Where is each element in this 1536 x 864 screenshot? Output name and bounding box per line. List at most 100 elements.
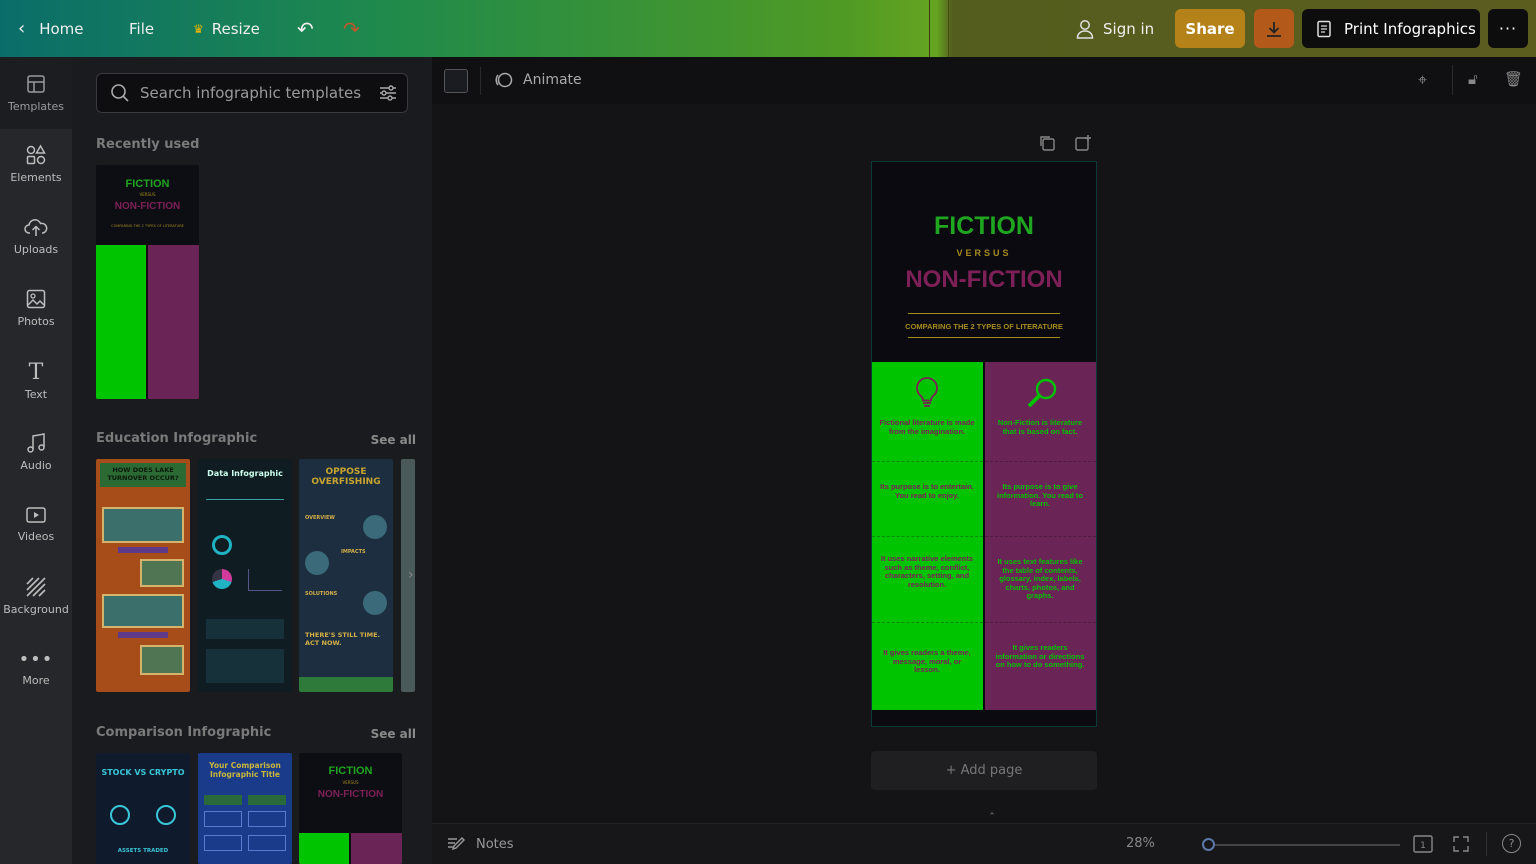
fiction-cell-1[interactable]: Fictional literature is made from the im… <box>879 418 975 436</box>
thumb-text: NON-FICTION <box>317 789 384 800</box>
upload-cloud-icon <box>24 219 48 236</box>
music-note-icon <box>27 433 45 453</box>
rail-item-background[interactable]: Background <box>0 560 72 632</box>
page-versus[interactable]: VERSUS <box>872 248 1096 258</box>
template-thumb-fiction-2[interactable]: FICTION VERSUS NON-FICTION <box>299 753 402 864</box>
page-count-icon[interactable]: 1 <box>1412 834 1434 854</box>
rail-label: Videos <box>17 530 55 543</box>
resize-button[interactable]: ♛ Resize <box>193 0 260 57</box>
page-title-fiction[interactable]: FICTION <box>872 212 1096 241</box>
zoom-level[interactable]: 28% <box>1126 836 1155 851</box>
thumb-text: OVERVIEW <box>305 515 335 521</box>
search-box[interactable]: Search infographic templates <box>96 73 408 113</box>
divider <box>1486 832 1487 856</box>
design-page[interactable]: FICTION VERSUS NON-FICTION COMPARING THE… <box>871 161 1097 727</box>
see-all-comparison-link[interactable]: See all <box>371 727 416 741</box>
template-thumb-stock-vs-crypto[interactable]: STOCK VS CRYPTO ASSETS TRADED <box>96 753 190 864</box>
share-button[interactable]: Share <box>1175 9 1245 48</box>
page-subtitle[interactable]: COMPARING THE 2 TYPES OF LITERATURE <box>872 322 1096 331</box>
redo-icon[interactable]: ↷ <box>343 0 360 57</box>
filter-sliders-icon[interactable] <box>378 83 398 103</box>
svg-text:1: 1 <box>1420 841 1426 851</box>
top-bar: ‹ Home File ♛ Resize ↶ ↷ Sign in Share P… <box>0 0 1536 57</box>
zoom-slider-track[interactable] <box>1204 844 1400 846</box>
rail-item-audio[interactable]: Audio <box>0 416 72 488</box>
lock-icon[interactable]: 🔓︎ <box>1468 70 1478 88</box>
animate-icon <box>495 72 513 88</box>
undo-icon[interactable]: ↶ <box>297 0 314 57</box>
side-rail: Templates Elements Uploads Photos T Text… <box>0 57 72 864</box>
template-thumb-lake-turnover[interactable]: HOW DOES LAKE TURNOVER OCCUR? <box>96 459 190 692</box>
notes-button[interactable]: Notes <box>446 835 514 853</box>
rail-item-videos[interactable]: Videos <box>0 488 72 560</box>
fullscreen-icon[interactable] <box>1452 835 1470 853</box>
rail-item-photos[interactable]: Photos <box>0 272 72 344</box>
see-all-education-link[interactable]: See all <box>371 433 416 447</box>
template-thumb-comparison-title[interactable]: Your Comparison Infographic Title <box>198 753 292 864</box>
thumb-label <box>118 632 168 638</box>
divider-line <box>908 337 1060 338</box>
thumb-text: FICTION <box>125 178 170 190</box>
animate-label: Animate <box>523 72 582 88</box>
thumb-text: VERSUS <box>139 192 156 197</box>
paint-roller-icon[interactable]: ⌖ <box>1418 70 1427 90</box>
thumb-magenta-column <box>351 833 402 864</box>
zoom-slider-handle[interactable] <box>1202 838 1215 851</box>
fiction-cell-3[interactable]: It uses narrative elements such as theme… <box>879 554 975 589</box>
trash-icon[interactable]: 🗑︎ <box>1504 70 1523 88</box>
thumb-text: COMPARING THE 2 TYPES OF LITERATURE <box>111 224 184 228</box>
fiction-cell-4[interactable]: It gives readers a theme, message, moral… <box>879 648 975 675</box>
divider <box>480 67 481 95</box>
print-infographics-button[interactable]: Print Infographics <box>1302 9 1480 48</box>
text-icon: T <box>28 359 44 385</box>
divider-line <box>908 313 1060 314</box>
row-divider <box>985 461 1096 462</box>
rail-item-templates[interactable]: Templates <box>0 57 72 129</box>
add-page-button[interactable]: + Add page <box>871 751 1097 790</box>
chevron-right-icon[interactable]: › <box>408 567 414 583</box>
thumb-text: VERSUS <box>342 780 359 785</box>
thumb-section <box>206 649 284 683</box>
comparison-infographic-title: Comparison Infographic <box>96 725 272 740</box>
nonfiction-cell-4[interactable]: It gives readers information or directio… <box>992 643 1088 670</box>
thumb-text: NON-FICTION <box>114 201 181 212</box>
file-menu[interactable]: File <box>129 0 154 57</box>
help-icon[interactable]: ? <box>1502 834 1521 853</box>
thumb-footer <box>299 677 393 692</box>
fiction-cell-2[interactable]: Its purpose is to entertain. You read to… <box>879 482 975 500</box>
thumb-box <box>248 811 286 827</box>
rail-item-elements[interactable]: Elements <box>0 128 72 200</box>
template-thumb-oppose-overfishing[interactable]: OPPOSE OVERFISHING OVERVIEW IMPACTS SOLU… <box>299 459 393 692</box>
background-pattern-icon <box>26 577 46 597</box>
color-swatch[interactable] <box>444 69 468 93</box>
search-input[interactable]: Search infographic templates <box>140 84 361 102</box>
nonfiction-cell-3[interactable]: It uses text features like the table of … <box>992 557 1088 601</box>
page-title-nonfiction[interactable]: NON-FICTION <box>872 266 1096 294</box>
rail-item-more[interactable]: ••• More <box>0 632 72 704</box>
thumb-text: HOW DOES LAKE TURNOVER OCCUR? <box>100 463 186 487</box>
magnifying-glass-icon <box>1027 378 1057 408</box>
thumb-green-column <box>96 245 146 399</box>
duplicate-page-icon[interactable] <box>1038 134 1056 152</box>
rail-item-uploads[interactable]: Uploads <box>0 200 72 272</box>
home-button[interactable]: ‹ Home <box>18 0 84 57</box>
more-dots-icon: ••• <box>18 649 54 670</box>
thumb-circle <box>363 591 387 615</box>
sign-in-label: Sign in <box>1103 19 1155 38</box>
nonfiction-cell-2[interactable]: Its purpose is to give information. You … <box>992 482 1088 509</box>
elements-icon <box>26 144 46 165</box>
download-button[interactable] <box>1254 9 1294 48</box>
nonfiction-cell-1[interactable]: Non-Fiction is literature that is based … <box>992 418 1088 436</box>
rail-label: Elements <box>10 171 62 184</box>
animate-button[interactable]: Animate <box>494 70 582 90</box>
rail-item-text[interactable]: T Text <box>0 344 72 416</box>
add-page-icon[interactable] <box>1074 134 1092 152</box>
more-options-icon[interactable]: ··· <box>1488 9 1528 48</box>
rail-label: Audio <box>20 459 52 472</box>
sign-in-button[interactable]: Sign in <box>1076 0 1154 57</box>
print-icon <box>1317 20 1331 37</box>
thumb-section <box>206 499 284 523</box>
template-thumb-data-infographic[interactable]: Data Infographic <box>198 459 292 692</box>
thumb-text: THERE'S STILL TIME. ACT NOW. <box>305 631 381 647</box>
template-thumb-fiction[interactable]: FICTION VERSUS NON-FICTION COMPARING THE… <box>96 165 199 399</box>
